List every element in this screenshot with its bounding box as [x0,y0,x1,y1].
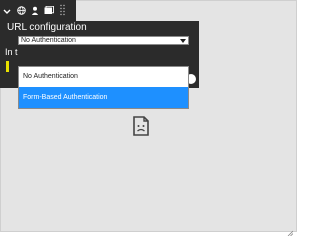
popup-title: URL configuration [7,22,87,33]
dropdown-arrow-icon [180,39,186,43]
warning-icon [6,61,9,72]
drag-grip-icon[interactable] [58,0,66,21]
globe-icon[interactable] [14,0,28,21]
user-icon[interactable] [28,0,42,21]
resize-handle[interactable] [287,223,294,237]
authentication-select[interactable]: No Authentication [18,36,189,45]
option-form-based-authentication[interactable]: Form-Based Authentication [19,87,188,108]
option-no-authentication[interactable]: No Authentication [19,67,188,87]
authentication-options-list: No Authentication Form-Based Authenticat… [18,66,189,109]
sad-page-icon [132,116,150,136]
image-icon[interactable] [42,0,56,21]
widget-toolbar [0,0,76,21]
url-configuration-popup: URL configuration No Authentication In t… [0,21,199,109]
partial-label: In t [5,47,18,57]
select-value: No Authentication [21,37,76,44]
chevron-down-icon[interactable] [0,0,14,21]
